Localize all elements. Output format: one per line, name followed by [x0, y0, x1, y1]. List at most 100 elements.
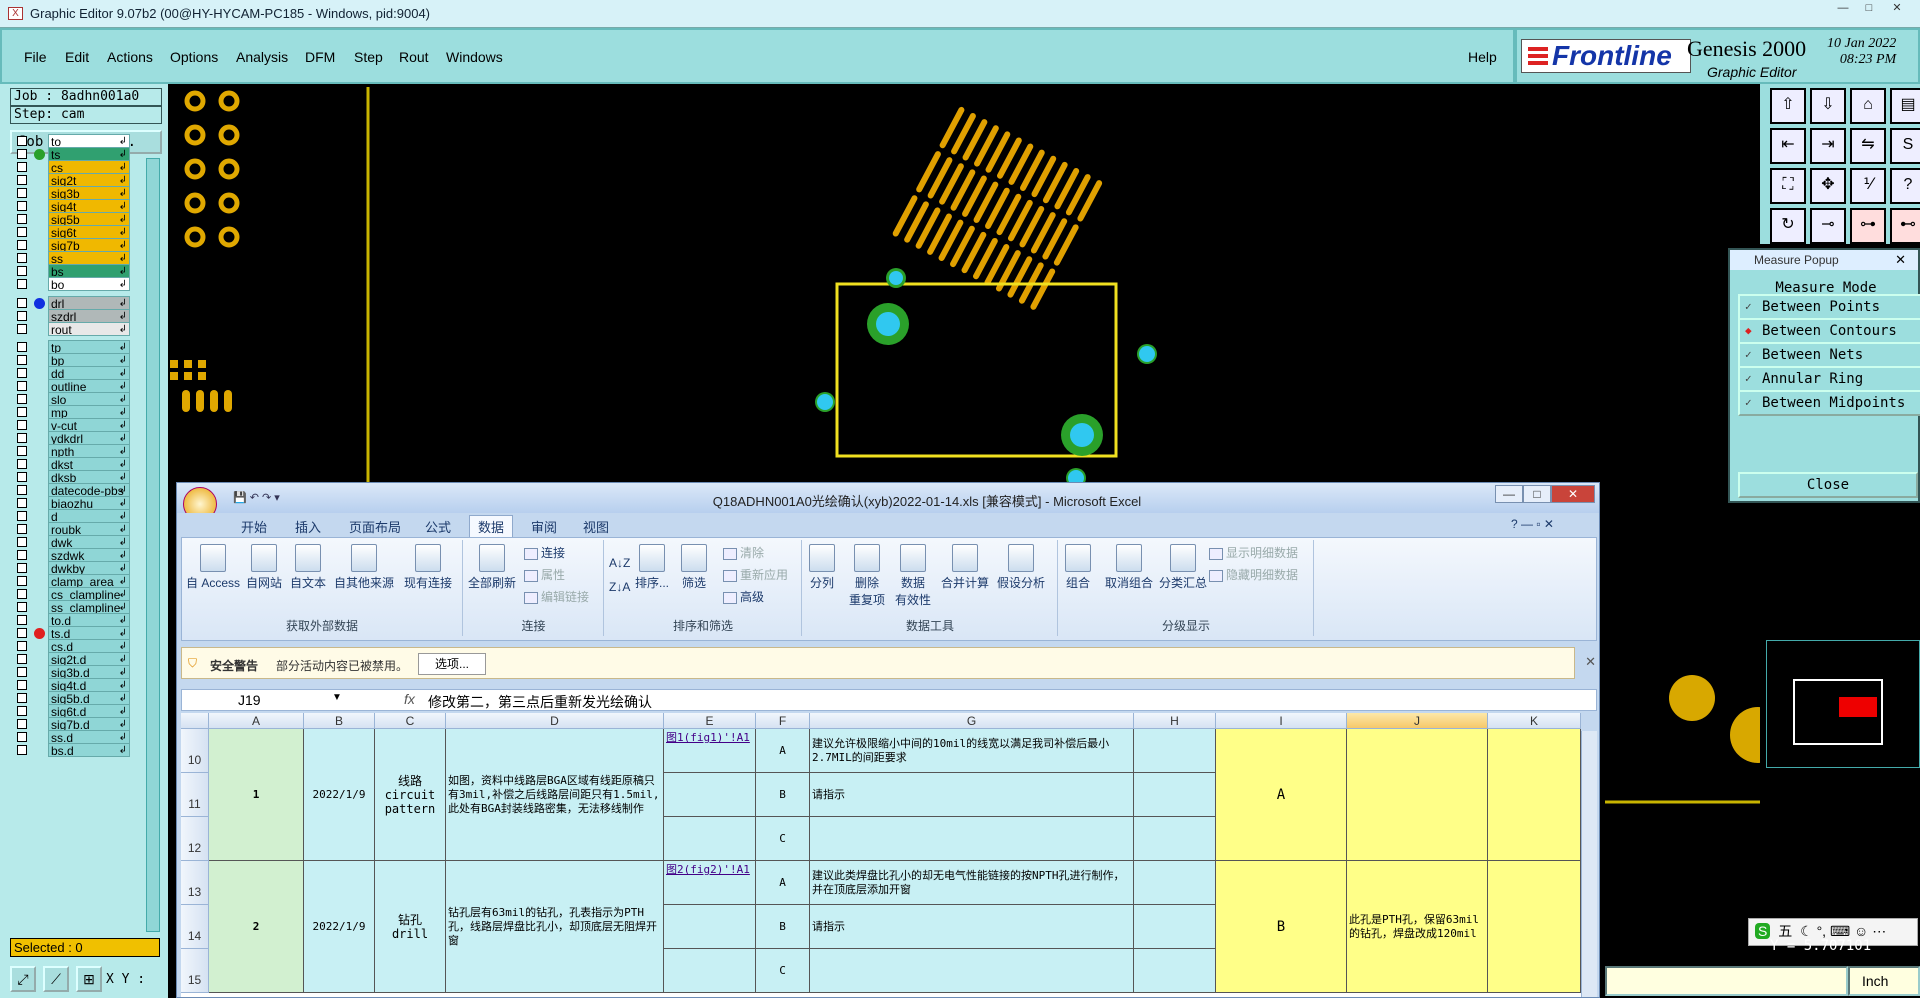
layer-name[interactable]: datecode-pbs ↲	[48, 483, 130, 497]
select-all-corner[interactable]	[181, 713, 209, 729]
layer-row-szdrl[interactable]: szdrl ↲	[10, 309, 132, 323]
excel-maximize-button[interactable]: □	[1523, 485, 1551, 503]
layer-checkbox[interactable]	[17, 214, 27, 224]
layer-name[interactable]: bo ↲	[48, 277, 130, 291]
layer-name[interactable]: ydkdrl ↲	[48, 431, 130, 445]
layer-checkbox[interactable]	[17, 227, 27, 237]
tab-data[interactable]: 数据	[469, 515, 514, 537]
layer-name[interactable]: sig7b ↲	[48, 238, 130, 252]
house-icon[interactable]: ⌂	[1850, 88, 1886, 124]
layer-row-outline[interactable]: outline ↲	[10, 379, 132, 393]
layer-row-roubk[interactable]: roubk ↲	[10, 522, 132, 536]
layer-row-bs[interactable]: bs ↲	[10, 264, 132, 278]
layer-name[interactable]: sig3b.d ↲	[48, 665, 130, 679]
layer-name[interactable]: sig6t.d ↲	[48, 704, 130, 718]
layer-checkbox[interactable]	[17, 641, 27, 651]
zoom-tool-icon[interactable]: ⤢	[10, 966, 36, 992]
layer-checkbox[interactable]	[17, 719, 27, 729]
redraw-icon[interactable]: ↻	[1770, 208, 1806, 244]
minimap[interactable]	[1766, 640, 1920, 768]
mirror-icon[interactable]: ⇋	[1850, 128, 1886, 164]
layer-row-to.d[interactable]: to.d ↲	[10, 613, 132, 627]
layer-row-ts.d[interactable]: ts.d ↲	[10, 626, 132, 640]
layer-row-v-cut[interactable]: v-cut ↲	[10, 418, 132, 432]
grid-tool-icon[interactable]: ⊞	[76, 966, 102, 992]
measure-close-button[interactable]: Close	[1738, 472, 1918, 498]
layer-name[interactable]: mp ↲	[48, 405, 130, 419]
layer-name[interactable]: to.d ↲	[48, 613, 130, 627]
menu-help[interactable]: Help	[1468, 49, 1497, 65]
layer-row-d[interactable]: d ↲	[10, 509, 132, 523]
row-header[interactable]: 10	[181, 729, 209, 773]
layer-row-cs_clampline[interactable]: cs_clampline ↲	[10, 587, 132, 601]
layer-row-dwkby[interactable]: dwkby ↲	[10, 561, 132, 575]
layer-name[interactable]: dkst ↲	[48, 457, 130, 471]
layer-checkbox[interactable]	[17, 381, 27, 391]
connect-icon[interactable]: ⊸	[1810, 208, 1846, 244]
menu-file[interactable]: File	[24, 49, 47, 65]
remove-duplicates-button[interactable]: 删除 重复项	[849, 544, 885, 608]
snap-icon[interactable]: S	[1890, 128, 1920, 164]
layer-row-sig3b[interactable]: sig3b ↲	[10, 186, 132, 200]
measure-option-between-nets[interactable]: Between Nets	[1738, 342, 1920, 368]
refresh-all-button[interactable]: 全部刷新	[468, 544, 516, 591]
layer-name[interactable]: cs ↲	[48, 160, 130, 174]
layer-checkbox[interactable]	[17, 550, 27, 560]
layer-row-bp[interactable]: bp ↲	[10, 353, 132, 367]
layer-name[interactable]: sig5b.d ↲	[48, 691, 130, 705]
layer-row-sig3b.d[interactable]: sig3b.d ↲	[10, 665, 132, 679]
layer-row-cs.d[interactable]: cs.d ↲	[10, 639, 132, 653]
help-icon[interactable]: ?	[1890, 168, 1920, 204]
from-text-button[interactable]: 自文本	[290, 544, 326, 591]
pan-left-icon[interactable]: ⇤	[1770, 128, 1806, 164]
layer-name[interactable]: slo ↲	[48, 392, 130, 406]
from-web-button[interactable]: 自网站	[246, 544, 282, 591]
column-header-E[interactable]: E	[664, 713, 756, 729]
layer-row-ss.d[interactable]: ss.d ↲	[10, 730, 132, 744]
net-select-icon[interactable]: ⊷	[1890, 208, 1920, 244]
namebox-dropdown-icon[interactable]: ▼	[332, 692, 342, 703]
layer-checkbox[interactable]	[17, 446, 27, 456]
filter-button[interactable]: 筛选	[681, 544, 707, 591]
layer-name[interactable]: sig6t ↲	[48, 225, 130, 239]
layer-checkbox[interactable]	[17, 175, 27, 185]
layer-checkbox[interactable]	[17, 745, 27, 755]
layer-row-rout[interactable]: rout ↲	[10, 322, 132, 336]
menu-analysis[interactable]: Analysis	[236, 49, 288, 65]
layer-checkbox[interactable]	[17, 706, 27, 716]
layer-checkbox[interactable]	[17, 162, 27, 172]
layer-row-sig2t[interactable]: sig2t ↲	[10, 173, 132, 187]
consolidate-button[interactable]: 合并计算	[941, 544, 989, 591]
layer-row-slo[interactable]: slo ↲	[10, 392, 132, 406]
layer-checkbox[interactable]	[17, 279, 27, 289]
layer-name[interactable]: dwk ↲	[48, 535, 130, 549]
text-to-columns-button[interactable]: 分列	[809, 544, 835, 591]
layer-row-sig6t.d[interactable]: sig6t.d ↲	[10, 704, 132, 718]
layer-name[interactable]: dwkby ↲	[48, 561, 130, 575]
layer-checkbox[interactable]	[17, 667, 27, 677]
row-header[interactable]: 15	[181, 949, 209, 993]
sort-button[interactable]: 排序...	[635, 544, 669, 591]
minimize-button[interactable]: —	[1830, 2, 1856, 16]
units-field[interactable]: Inch	[1848, 966, 1920, 996]
column-header-D[interactable]: D	[446, 713, 664, 729]
layer-name[interactable]: cs.d ↲	[48, 639, 130, 653]
layer-name[interactable]: sig3b ↲	[48, 186, 130, 200]
column-header-C[interactable]: C	[375, 713, 446, 729]
menu-windows[interactable]: Windows	[446, 49, 503, 65]
layer-name[interactable]: ss_clampline ↲	[48, 600, 130, 614]
column-header-A[interactable]: A	[209, 713, 304, 729]
layer-row-datecode-pbs[interactable]: datecode-pbs ↲	[10, 483, 132, 497]
layer-checkbox[interactable]	[17, 732, 27, 742]
layer-name[interactable]: szdwk ↲	[48, 548, 130, 562]
tab-view[interactable]: 视图	[583, 517, 609, 536]
menu-step[interactable]: Step	[354, 49, 383, 65]
layer-row-bs.d[interactable]: bs.d ↲	[10, 743, 132, 757]
column-header-H[interactable]: H	[1134, 713, 1216, 729]
layer-row-npth[interactable]: npth ↲	[10, 444, 132, 458]
layer-name[interactable]: sig4t ↲	[48, 199, 130, 213]
layer-row-szdwk[interactable]: szdwk ↲	[10, 548, 132, 562]
layer-checkbox[interactable]	[17, 511, 27, 521]
column-header-G[interactable]: G	[810, 713, 1134, 729]
net-icon[interactable]: ⊶	[1850, 208, 1886, 244]
